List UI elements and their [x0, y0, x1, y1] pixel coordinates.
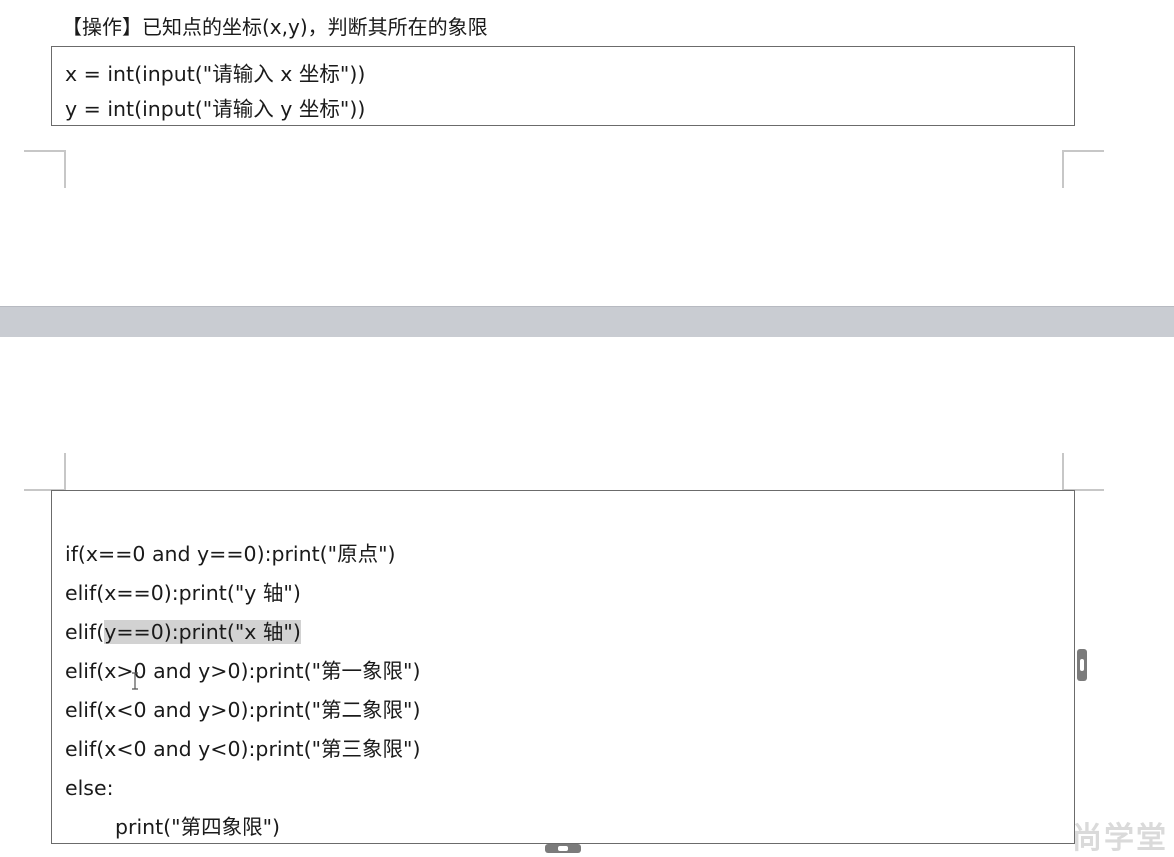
code-line-y-axis: elif(x==0):print("y 轴") — [65, 581, 301, 605]
code-line-quadrant-1: elif(x>0 and y>0):print("第一象限") — [65, 659, 421, 683]
crop-mark-top-left — [24, 150, 66, 188]
crop-mark-bottom-left — [24, 453, 66, 491]
exercise-heading: 【操作】已知点的坐标(x,y)，判断其所在的象限 — [62, 15, 488, 39]
page-separator — [0, 306, 1174, 338]
text-cursor-icon — [132, 672, 138, 690]
code-line-quadrant-2: elif(x<0 and y>0):print("第二象限") — [65, 698, 421, 722]
code-line-x-input: x = int(input("请输入 x 坐标")) — [65, 62, 366, 86]
resize-handle-right[interactable] — [1077, 649, 1087, 681]
input-code-box[interactable]: x = int(input("请输入 x 坐标")) y = int(input… — [51, 46, 1075, 126]
crop-mark-bottom-right — [1062, 453, 1104, 491]
code-line-y-input: y = int(input("请输入 y 坐标")) — [65, 97, 366, 121]
crop-mark-top-right — [1062, 150, 1104, 188]
code-line-else: else: — [65, 776, 114, 800]
resize-handle-bottom[interactable] — [545, 844, 581, 853]
code-line-origin: if(x==0 and y==0):print("原点") — [65, 542, 396, 566]
text-selection-highlight[interactable]: y==0):print("x 轴") — [104, 620, 301, 644]
code-line-quadrant-3: elif(x<0 and y<0):print("第三象限") — [65, 737, 421, 761]
code-line-quadrant-4: print("第四象限") — [115, 815, 281, 839]
watermark-logo: 尚学堂 — [1072, 821, 1168, 856]
code-line-x-axis-prefix: elif( — [65, 620, 105, 644]
quadrant-code-box[interactable]: if(x==0 and y==0):print("原点") elif(x==0)… — [51, 490, 1075, 844]
code-line-x-axis: elif(y==0):print("x 轴") — [65, 613, 1074, 652]
